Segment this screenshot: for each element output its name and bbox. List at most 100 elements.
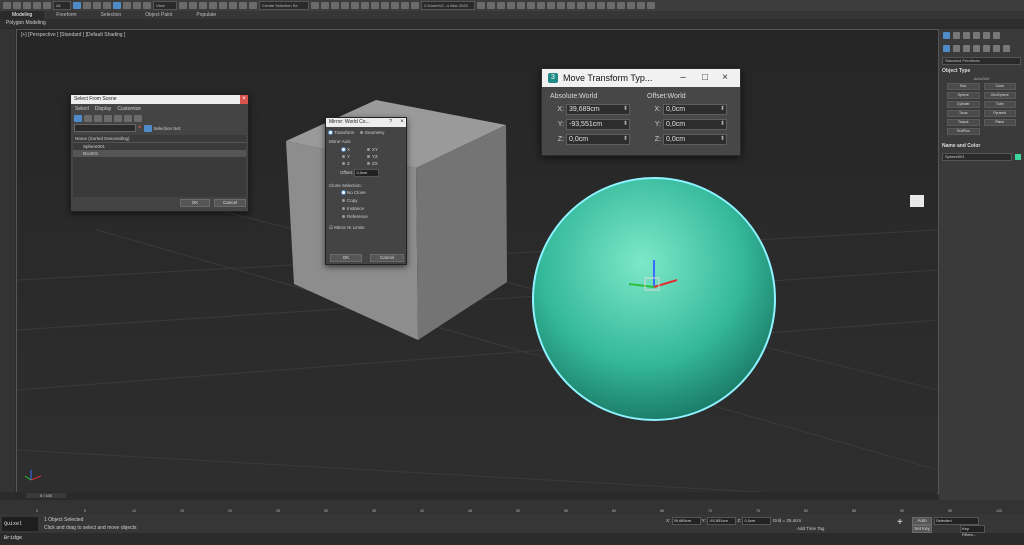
edit-named-sets-icon[interactable] <box>249 2 257 9</box>
ok-button[interactable]: OK <box>330 254 362 262</box>
maximize-icon[interactable]: □ <box>698 69 712 87</box>
close-icon[interactable]: × <box>240 95 248 104</box>
time-slider-handle[interactable]: 0 / 100 <box>26 493 66 498</box>
instance-option[interactable]: Instance <box>342 205 390 213</box>
sphere-button[interactable]: Sphere <box>947 92 980 99</box>
torus-create-icon[interactable] <box>527 2 535 9</box>
dialog-title-text[interactable]: Select From Scene <box>74 96 117 102</box>
display-shapes-icon[interactable] <box>84 115 92 122</box>
geometry-radio[interactable] <box>359 131 363 135</box>
filter-icon[interactable] <box>143 124 152 132</box>
motion-tab-icon[interactable] <box>973 32 980 39</box>
named-selection-dropdown[interactable]: Create Selection Se <box>259 1 309 10</box>
menu-customize[interactable]: Customize <box>117 106 141 112</box>
transform-label[interactable]: Transform <box>334 130 354 135</box>
set-key-button[interactable]: Set Key <box>912 525 932 533</box>
dialog-title-text[interactable]: Move Transform Typ... <box>563 73 652 83</box>
reference-coord-dropdown[interactable]: View <box>153 1 177 10</box>
redo-icon[interactable] <box>13 2 21 9</box>
offset-field[interactable]: 0,0cm <box>354 169 380 177</box>
settings-icon[interactable] <box>647 2 655 9</box>
help-icon[interactable]: ? <box>389 118 392 127</box>
x-label[interactable]: X: <box>550 106 566 113</box>
x-label[interactable]: X: <box>647 106 663 113</box>
perspective-viewport[interactable]: [+] [Perspective ] [Standard ] [Default … <box>16 29 939 494</box>
offset-label[interactable]: Offset: <box>340 170 353 175</box>
cancel-button[interactable]: Cancel <box>214 199 246 207</box>
window-crossing-icon[interactable] <box>103 2 111 9</box>
ok-button[interactable]: OK <box>180 199 210 207</box>
object-type-heading[interactable]: Object Type <box>942 68 1021 74</box>
selection-info[interactable]: 1 Object Selected <box>44 517 83 523</box>
mirror-ik-checkbox[interactable]: ☑ Mirror IK Limits <box>326 221 406 235</box>
list-item[interactable]: Sphere001 <box>73 143 246 150</box>
object-color-swatch[interactable] <box>1015 154 1021 160</box>
keyboard-shortcut-icon[interactable] <box>199 2 207 9</box>
polygon-modeling-label[interactable]: Polygon Modeling <box>0 20 46 26</box>
display-geometry-icon[interactable] <box>74 115 82 122</box>
unlink-icon[interactable] <box>33 2 41 9</box>
close-icon[interactable]: × <box>138 125 142 131</box>
tab-modeling[interactable]: Modeling <box>0 11 45 19</box>
cylinder-button[interactable]: Cylinder <box>947 101 980 108</box>
filter-dropdown[interactable]: All <box>53 1 71 10</box>
mirror-icon[interactable] <box>311 2 319 9</box>
plugin-icon[interactable] <box>637 2 645 9</box>
z-label[interactable]: Z: <box>647 136 663 143</box>
create-tab-icon[interactable] <box>943 32 950 39</box>
project-folder-icon[interactable] <box>477 2 485 9</box>
workspace-path-dropdown[interactable]: C:\Users\G...s Max 2020 <box>421 1 475 10</box>
display-tab-icon[interactable] <box>983 32 990 39</box>
menu-display[interactable]: Display <box>95 106 111 112</box>
tab-selection[interactable]: Selection <box>89 11 134 19</box>
box-button[interactable]: Box <box>947 83 980 90</box>
transform-radio[interactable] <box>329 131 332 135</box>
ribbon-toggle-icon[interactable] <box>351 2 359 9</box>
light-create-icon[interactable] <box>557 2 565 9</box>
copy-option[interactable]: Copy <box>342 197 390 205</box>
key-set-dropdown[interactable]: Selected <box>934 517 979 525</box>
axis-x-option[interactable]: X <box>342 147 365 152</box>
material-editor-icon[interactable] <box>381 2 389 9</box>
teapot-create-icon[interactable] <box>547 2 555 9</box>
helper-create-icon[interactable] <box>577 2 585 9</box>
modifier-icon[interactable] <box>607 2 615 9</box>
placement-icon[interactable] <box>143 2 151 9</box>
key-filters-button[interactable]: Key Filters... <box>960 525 985 537</box>
no-clone-option[interactable]: No Clone <box>342 189 390 197</box>
select-by-name-icon[interactable] <box>83 2 91 9</box>
axis-y-option[interactable]: Y <box>342 154 365 159</box>
angle-snap-icon[interactable] <box>219 2 227 9</box>
clone-heading[interactable]: Clone Selection: <box>326 178 406 189</box>
pyramid-button[interactable]: Pyramid <box>983 110 1016 117</box>
box-create-icon[interactable] <box>497 2 505 9</box>
y-coord-field[interactable]: -93,551cm <box>706 517 736 525</box>
select-object-icon[interactable] <box>73 2 81 9</box>
toggle-layer-explorer-icon[interactable] <box>341 2 349 9</box>
mirror-axis-heading[interactable]: Mirror Axis: <box>326 138 406 145</box>
abs-x-field[interactable]: 39,689cm <box>566 104 630 115</box>
utilities-tab-icon[interactable] <box>993 32 1000 39</box>
selection-set-label[interactable]: Selection Set: <box>154 126 182 131</box>
dialog-title-text[interactable]: Mirror: World Co... <box>329 119 370 125</box>
off-z-field[interactable]: 0,0cm <box>663 134 727 145</box>
grid-info[interactable]: Grid = 25,4cm <box>773 518 801 523</box>
axis-z-option[interactable]: Z <box>342 161 365 166</box>
close-icon[interactable]: × <box>398 118 406 127</box>
spacewarps-icon[interactable] <box>993 45 1000 52</box>
schematic-view-icon[interactable] <box>371 2 379 9</box>
geometry-label[interactable]: Geometry <box>365 130 385 135</box>
rect-selection-icon[interactable] <box>93 2 101 9</box>
bind-spacewarp-icon[interactable] <box>43 2 51 9</box>
percent-snap-icon[interactable] <box>229 2 237 9</box>
maxscript-listener[interactable]: Quixel Bridge <box>2 517 38 541</box>
modify-tab-icon[interactable] <box>953 32 960 39</box>
reference-option[interactable]: Reference <box>342 213 390 221</box>
toggle-scene-explorer-icon[interactable] <box>331 2 339 9</box>
prompt-line[interactable]: Click and drag to select and move object… <box>44 525 137 531</box>
systems-icon[interactable] <box>1003 45 1010 52</box>
shape-create-icon[interactable] <box>597 2 605 9</box>
display-spacewarps-icon[interactable] <box>124 115 132 122</box>
render-setup-icon[interactable] <box>391 2 399 9</box>
off-x-field[interactable]: 0,0cm <box>663 104 727 115</box>
